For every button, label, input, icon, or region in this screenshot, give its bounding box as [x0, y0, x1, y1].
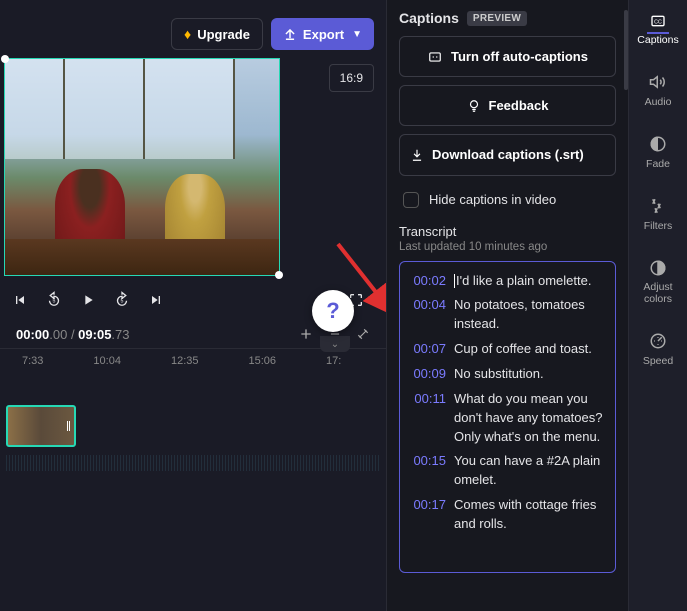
- rail-speed[interactable]: Speed: [629, 325, 687, 373]
- hide-captions-label: Hide captions in video: [429, 192, 556, 207]
- timeline-tracks[interactable]: [0, 403, 386, 471]
- question-icon: ?: [326, 298, 339, 324]
- play-button[interactable]: [74, 286, 102, 314]
- add-button[interactable]: [298, 326, 314, 342]
- zoom-fit-button[interactable]: [356, 327, 370, 341]
- transcript-line: 00:15You can have a #2A plain omelet.: [410, 452, 605, 490]
- svg-text:5: 5: [53, 298, 56, 304]
- transcript-time[interactable]: 00:15: [410, 452, 446, 490]
- download-captions-button[interactable]: Download captions (.srt): [399, 134, 616, 176]
- rail-captions[interactable]: CC Captions: [629, 8, 687, 52]
- upgrade-button[interactable]: ♦ Upgrade: [171, 18, 263, 50]
- transcript-line: 00:17Comes with cottage fries and rolls.: [410, 496, 605, 534]
- ruler-tick: 12:35: [171, 355, 199, 367]
- transcript-text[interactable]: No substitution.: [454, 365, 544, 384]
- aspect-ratio-button[interactable]: 16:9: [329, 64, 374, 92]
- filters-icon: [647, 196, 669, 216]
- diamond-icon: ♦: [184, 26, 191, 42]
- transcript-heading: Transcript: [399, 224, 616, 239]
- skip-start-button[interactable]: [6, 286, 34, 314]
- transcript-time[interactable]: 00:17: [410, 496, 446, 534]
- ruler-tick: 15:06: [248, 355, 276, 367]
- upgrade-label: Upgrade: [197, 27, 250, 42]
- timecode-display: 00:00.00 / 09:05.73: [16, 327, 130, 342]
- transcript-text[interactable]: Cup of coffee and toast.: [454, 340, 592, 359]
- video-preview[interactable]: [4, 58, 280, 276]
- upload-icon: [283, 27, 297, 41]
- collapse-panel-button[interactable]: ⌄: [320, 336, 350, 352]
- transcript-time[interactable]: 00:11: [410, 390, 446, 447]
- transcript-text[interactable]: I'd like a plain omelette.: [454, 272, 591, 291]
- feedback-button[interactable]: Feedback: [399, 85, 616, 126]
- resize-handle-br[interactable]: [275, 271, 283, 279]
- preview-badge: PREVIEW: [467, 11, 527, 26]
- ruler-tick: 17:: [326, 355, 341, 367]
- chevron-down-icon: ▼: [352, 29, 362, 40]
- export-button[interactable]: Export ▼: [271, 18, 374, 50]
- speed-icon: [647, 331, 669, 351]
- transcript-line: 00:04No potatoes, tomatoes instead.: [410, 296, 605, 334]
- transcript-text[interactable]: You can have a #2A plain omelet.: [454, 452, 605, 490]
- transcript-line: 00:02 I'd like a plain omelette.: [410, 272, 605, 291]
- transcript-time[interactable]: 00:07: [410, 340, 446, 359]
- fade-icon: [647, 134, 669, 154]
- transcript-updated: Last updated 10 minutes ago: [399, 241, 616, 253]
- ruler-tick: 10:04: [93, 355, 121, 367]
- hide-captions-checkbox[interactable]: [403, 192, 419, 208]
- ruler-tick: 7:33: [22, 355, 43, 367]
- captions-off-icon: [427, 50, 443, 64]
- captions-icon: CC: [647, 14, 669, 34]
- skip-end-button[interactable]: [142, 286, 170, 314]
- transcript-editor[interactable]: 00:02I'd like a plain omelette. 00:04No …: [399, 261, 616, 573]
- transcript-time[interactable]: 00:09: [410, 365, 446, 384]
- rewind-5-button[interactable]: 5: [40, 286, 68, 314]
- resize-handle-tl[interactable]: [1, 55, 9, 63]
- transcript-time[interactable]: 00:02: [410, 272, 446, 291]
- chevron-down-icon: ⌄: [331, 339, 339, 350]
- rail-audio[interactable]: Audio: [629, 66, 687, 114]
- svg-text:5: 5: [121, 298, 124, 304]
- forward-5-button[interactable]: 5: [108, 286, 136, 314]
- svg-text:CC: CC: [654, 20, 662, 26]
- rail-adjust-colors[interactable]: Adjust colors: [629, 252, 687, 311]
- audio-icon: [647, 72, 669, 92]
- lightbulb-icon: [467, 99, 481, 113]
- video-clip[interactable]: [6, 405, 76, 447]
- rail-fade[interactable]: Fade: [629, 128, 687, 176]
- video-frame: [5, 59, 279, 275]
- export-label: Export: [303, 27, 344, 42]
- transcript-time[interactable]: 00:04: [410, 296, 446, 334]
- transcript-text[interactable]: Comes with cottage fries and rolls.: [454, 496, 605, 534]
- transcript-line: 00:09 No substitution.: [410, 365, 605, 384]
- download-icon: [410, 148, 424, 162]
- transcript-line: 00:11What do you mean you don't have any…: [410, 390, 605, 447]
- audio-waveform[interactable]: [6, 455, 380, 471]
- transcript-text[interactable]: What do you mean you don't have any toma…: [454, 390, 605, 447]
- contrast-icon: [647, 258, 669, 278]
- turn-off-auto-captions-button[interactable]: Turn off auto-captions: [399, 36, 616, 77]
- rail-filters[interactable]: Filters: [629, 190, 687, 238]
- panel-title: Captions: [399, 10, 459, 26]
- transcript-text[interactable]: No potatoes, tomatoes instead.: [454, 296, 605, 334]
- transcript-line: 00:07 Cup of coffee and toast.: [410, 340, 605, 359]
- clip-handle-icon: [67, 421, 70, 431]
- help-button[interactable]: ?: [312, 290, 354, 332]
